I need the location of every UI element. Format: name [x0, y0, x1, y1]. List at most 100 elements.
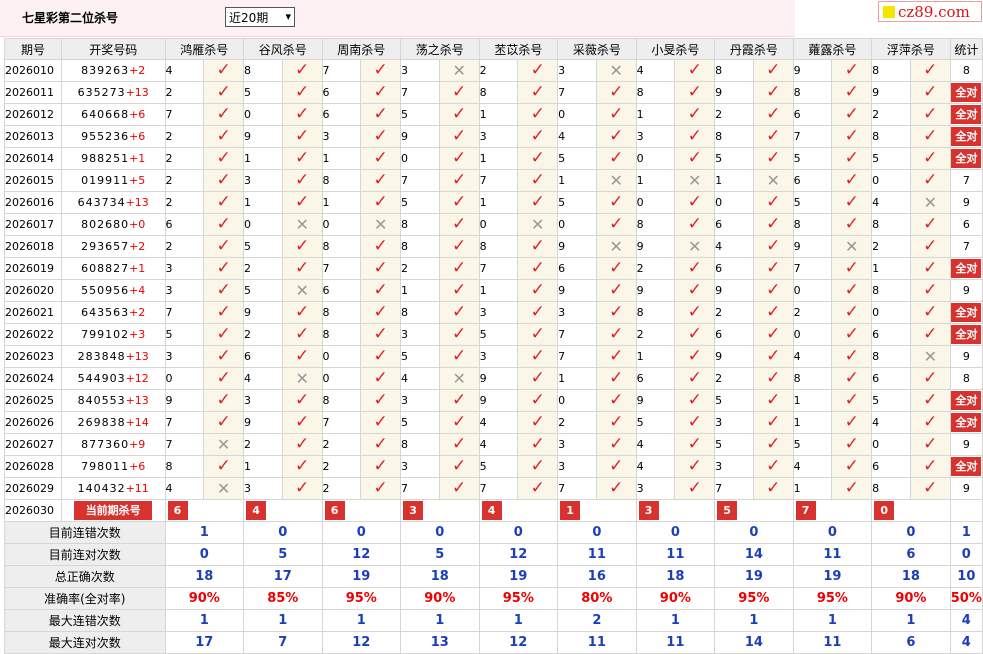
check-icon: ✓	[923, 478, 938, 498]
result-mark-cell: ✓	[909, 455, 951, 478]
current-kill-cell: 7	[792, 499, 873, 522]
result-mark-cell: ✓	[203, 147, 245, 170]
result-mark-cell: ✓	[831, 301, 873, 324]
draw-sum: +9	[129, 438, 146, 451]
current-kill-badge: 6	[324, 501, 345, 520]
check-icon: ✓	[609, 302, 624, 322]
current-kill-cell: 6	[164, 499, 245, 522]
check-icon: ✓	[295, 258, 310, 278]
result-mark-cell: ✓	[909, 257, 951, 280]
draw-number-cell: 608827+1	[60, 257, 166, 280]
stat-cell: 7	[949, 169, 983, 192]
result-mark-cell: ✓	[909, 301, 951, 324]
check-icon: ✓	[923, 280, 938, 300]
check-icon: ✓	[687, 390, 702, 410]
result-mark-cell: ✓	[909, 477, 951, 500]
result-mark-cell: ✓	[674, 323, 716, 346]
column-header-expert[interactable]: 小旻杀号	[635, 38, 716, 60]
period-select[interactable]: 近20期 ▾	[225, 7, 295, 27]
result-mark-cell: ✓	[909, 411, 951, 434]
column-header-expert[interactable]: 丹霞杀号	[714, 38, 794, 60]
result-mark-cell: ✓	[909, 213, 951, 236]
check-icon: ✓	[687, 324, 702, 344]
kill-value-cell: 9	[478, 367, 519, 390]
summary-value: 12	[478, 631, 559, 654]
draw-sum: +12	[125, 372, 149, 385]
kill-value-cell: 5	[714, 389, 754, 412]
kill-value-cell: 9	[243, 411, 283, 434]
kill-value-cell: 6	[557, 257, 597, 280]
column-header-expert[interactable]: 谷风杀号	[243, 38, 323, 60]
current-kill-badge: 1	[560, 501, 581, 520]
draw-sum: +5	[129, 174, 146, 187]
column-header-expert[interactable]: 苤苡杀号	[478, 38, 559, 60]
kill-value-cell: 6	[321, 279, 362, 302]
table-row: 2026019 608827+1 3 ✓ 2 ✓ 7 ✓ 2 ✓ 7 ✓ 6 ✓ 2 ✓ 6 ✓ 7 ✓ 1 ✓ 全对	[4, 257, 983, 280]
result-mark-cell: ✓	[674, 367, 716, 390]
result-mark-cell: ✕	[674, 169, 716, 192]
kill-value-cell: 5	[478, 323, 519, 346]
result-mark-cell: ✓	[831, 323, 873, 346]
check-icon: ✓	[923, 236, 938, 256]
result-mark-cell: ✓	[438, 191, 480, 214]
check-icon: ✓	[766, 148, 781, 168]
check-icon: ✓	[609, 148, 624, 168]
column-header-expert[interactable]: 蕹露杀号	[792, 38, 873, 60]
result-mark-cell: ✓	[909, 235, 951, 258]
result-mark-cell: ✓	[595, 345, 637, 368]
kill-value-cell: 1	[400, 279, 440, 302]
current-kill-cell: 0	[871, 499, 951, 522]
check-icon: ✓	[530, 324, 545, 344]
column-header-expert[interactable]: 采薇杀号	[557, 38, 637, 60]
check-icon: ✓	[687, 412, 702, 432]
check-icon: ✓	[530, 192, 545, 212]
summary-value: 1	[478, 609, 559, 632]
result-mark-cell: ✓	[674, 257, 716, 280]
summary-value: 1	[164, 609, 245, 632]
draw-sum: +11	[125, 482, 149, 495]
column-header-expert[interactable]: 浮萍杀号	[871, 38, 951, 60]
kill-value-cell: 3	[400, 455, 440, 478]
kill-value-cell: 8	[792, 213, 833, 236]
result-mark-cell: ✓	[438, 125, 480, 148]
result-mark-cell: ✓	[752, 125, 794, 148]
result-mark-cell: ✓	[674, 389, 716, 412]
column-header-expert[interactable]: 鸿雁杀号	[164, 38, 245, 60]
kill-value-cell: 8	[400, 235, 440, 258]
kill-value-cell: 8	[400, 433, 440, 456]
kill-value-cell: 9	[792, 235, 833, 258]
kill-value-cell: 0	[321, 367, 362, 390]
summary-value: 1	[714, 609, 794, 632]
kill-value-cell: 1	[635, 103, 676, 126]
result-mark-cell: ✓	[203, 191, 245, 214]
kill-value-cell: 4	[557, 125, 597, 148]
result-mark-cell: ✓	[281, 323, 323, 346]
summary-row: 总正确次数 18 17 19 18 19 16 18 19 19 18 10	[4, 565, 983, 588]
summary-value: 0	[321, 521, 402, 544]
summary-value: 11	[635, 631, 716, 654]
site-logo[interactable]: cz89.com	[878, 1, 982, 22]
cross-icon: ✕	[609, 170, 623, 190]
stat-cell: 7	[949, 235, 983, 258]
check-icon: ✓	[844, 214, 859, 234]
kill-value-cell: 6	[792, 103, 833, 126]
kill-value-cell: 2	[871, 103, 911, 126]
all-correct-badge: 全对	[951, 391, 982, 410]
result-mark-cell: ✓	[752, 477, 794, 500]
kill-value-cell: 0	[871, 433, 911, 456]
cross-icon: ✕	[295, 214, 309, 234]
column-header-expert[interactable]: 荡之杀号	[400, 38, 480, 60]
result-mark-cell: ✓	[909, 81, 951, 104]
check-icon: ✓	[844, 126, 859, 146]
kill-value-cell: 4	[635, 455, 676, 478]
result-mark-cell: ✓	[517, 147, 559, 170]
result-mark-cell: ✓	[360, 59, 402, 82]
result-mark-cell: ✓	[438, 103, 480, 126]
result-mark-cell: ✓	[438, 389, 480, 412]
column-header-expert[interactable]: 周南杀号	[321, 38, 402, 60]
check-icon: ✓	[687, 456, 702, 476]
draw-number-cell: 293657+2	[60, 235, 166, 258]
result-mark-cell: ✓	[831, 279, 873, 302]
check-icon: ✓	[609, 192, 624, 212]
check-icon: ✓	[373, 368, 388, 388]
